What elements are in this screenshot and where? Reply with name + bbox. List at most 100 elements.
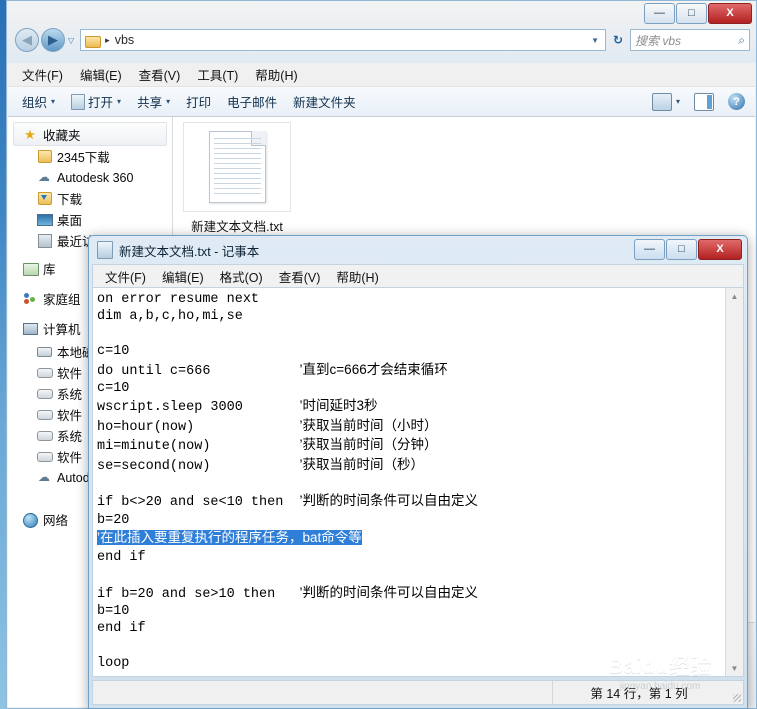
address-bar[interactable]: ▸ vbs ▼ [80,29,606,51]
sidebar-item-label: 桌面 [57,214,83,228]
library-icon [22,261,39,276]
notepad-line: if b<>20 and se<10 then ’判断的时间条件可以自由定义 [97,492,725,511]
new-folder-button[interactable]: 新建文件夹 [293,92,356,111]
scroll-down-icon[interactable]: ▼ [726,660,743,676]
maximize-button[interactable]: □ [676,3,707,24]
sidebar-item-label: 软件 [57,451,83,465]
network-icon [22,512,38,528]
chevron-down-icon[interactable]: ▾ [676,97,680,106]
close-button[interactable]: X [708,3,752,24]
print-button[interactable]: 打印 [186,92,211,111]
menu-item-tools[interactable]: 工具(T) [197,65,238,84]
organize-label: 组织 [22,96,48,110]
sidebar-item-label: 软件 [57,409,83,423]
sidebar-item-label: 系统 [57,388,83,402]
breadcrumb-path[interactable]: vbs [115,33,134,47]
minimize-button[interactable]: — [634,239,665,260]
cloud-icon: ☁ [38,170,50,184]
code-text: c=10 [97,344,130,360]
comment-text: ’获取当前时间（分钟） [299,437,438,453]
chevron-down-icon: ▾ [117,97,122,106]
recent-icon [36,233,52,248]
menu-item-edit[interactable]: 编辑(E) [162,267,204,286]
notepad-titlebar[interactable]: 新建文本文档.txt - 记事本 — □ X [89,236,747,264]
share-label: 共享 [137,96,163,110]
menu-item-edit[interactable]: 编辑(E) [80,65,122,84]
email-label: 电子邮件 [227,96,278,110]
menu-item-file[interactable]: 文件(F) [105,267,146,286]
notepad-line: dim a,b,c,ho,mi,se [97,308,725,325]
recent-locations-dropdown-icon[interactable]: ▽ [68,36,74,45]
menu-item-file[interactable]: 文件(F) [22,65,63,84]
notepad-line: end if [97,549,725,566]
sidebar-item-autodesk360[interactable]: ☁ Autodesk 360 [8,167,172,188]
computer-icon [22,321,38,336]
chevron-down-icon[interactable]: ▼ [591,36,601,45]
code-text: do until c=666 [97,363,211,379]
sidebar-item-downloads[interactable]: 下载 [8,188,172,209]
notepad-window: 新建文本文档.txt - 记事本 — □ X 文件(F) 编辑(E) 格式(O)… [88,235,748,709]
notepad-line: on error resume next [97,291,725,308]
notepad-vertical-scrollbar[interactable]: ▲ ▼ [725,288,743,676]
notepad-line: loop [97,655,725,672]
notepad-line: se=second(now) ’获取当前时间（秒） [97,456,725,475]
breadcrumb-separator-icon: ▸ [105,34,110,45]
code-text: ho=hour(now) [97,419,195,435]
sidebar-item-2345downloads[interactable]: 2345下载 [8,146,172,167]
code-text: end if [97,549,146,565]
code-text: b=10 [97,603,130,619]
close-button[interactable]: X [698,239,742,260]
forward-button[interactable]: ▶ [41,28,65,52]
comment-text: ’时间延时3秒 [299,398,378,414]
notepad-line: ho=hour(now) ’获取当前时间（小时） [97,417,725,436]
homegroup-icon [22,291,38,306]
organize-button[interactable]: 组织 ▾ [22,92,55,111]
comment-text: ’判断的时间条件可以自由定义 [299,584,479,600]
menu-item-help[interactable]: 帮助(H) [255,65,297,84]
maximize-button[interactable]: □ [666,239,697,260]
menu-item-help[interactable]: 帮助(H) [336,267,378,286]
menu-item-view[interactable]: 查看(V) [139,65,181,84]
notepad-edit-area[interactable]: on error resume next dim a,b,c,ho,mi,se c… [92,287,744,677]
drive-icon [36,449,53,464]
help-icon[interactable]: ? [728,93,745,110]
file-icon-box [183,122,291,212]
sidebar-item-label: 收藏夹 [43,128,81,143]
back-button[interactable]: ◀ [15,28,39,52]
sidebar-item-desktop[interactable]: 桌面 [8,209,172,230]
sidebar-item-label: 2345下载 [57,151,110,165]
email-button[interactable]: 电子邮件 [227,92,277,111]
open-button[interactable]: 打开 ▾ [71,92,121,111]
sidebar-item-favorites[interactable]: ★ 收藏夹 [13,122,167,146]
file-item[interactable]: 新建文本文档.txt [183,122,291,235]
minimize-button[interactable]: — [644,3,675,24]
menu-item-view[interactable]: 查看(V) [279,267,321,286]
notepad-line [97,638,725,655]
menu-item-format[interactable]: 格式(O) [220,267,263,286]
notepad-line: c=10 [97,380,725,397]
change-view-icon[interactable] [651,92,672,111]
open-label: 打开 [88,96,114,110]
explorer-window-controls: — □ X [644,3,752,24]
notepad-line: do until c=666 ’直到c=666才会结束循环 [97,361,725,380]
print-label: 打印 [186,96,212,110]
refresh-icon[interactable]: ↻ [608,29,628,51]
notepad-text-content[interactable]: on error resume next dim a,b,c,ho,mi,se c… [93,288,725,676]
address-row: ◀ ▶ ▽ ▸ vbs ▼ ↻ 搜索 vbs ⌕ [7,23,756,57]
search-input[interactable]: 搜索 vbs ⌕ [630,29,750,51]
drive-icon [36,386,53,401]
sidebar-item-label: 下载 [57,193,83,207]
drive-icon [36,428,53,443]
text-document-icon [208,131,266,203]
drive-icon [36,407,53,422]
folder-icon [85,34,102,48]
scroll-up-icon[interactable]: ▲ [726,288,743,304]
star-icon: ★ [24,126,36,142]
code-text: c=10 [97,381,130,397]
resize-grip[interactable] [725,681,743,704]
share-button[interactable]: 共享 ▾ [137,92,170,111]
preview-pane-icon[interactable] [694,92,714,111]
sidebar-item-label: Autodesk 360 [57,170,134,185]
sidebar-item-label: 计算机 [43,322,81,337]
explorer-command-bar: 组织 ▾ 打开 ▾ 共享 ▾ 打印 电子邮件 新建文件夹 ▾ ? [8,87,755,117]
